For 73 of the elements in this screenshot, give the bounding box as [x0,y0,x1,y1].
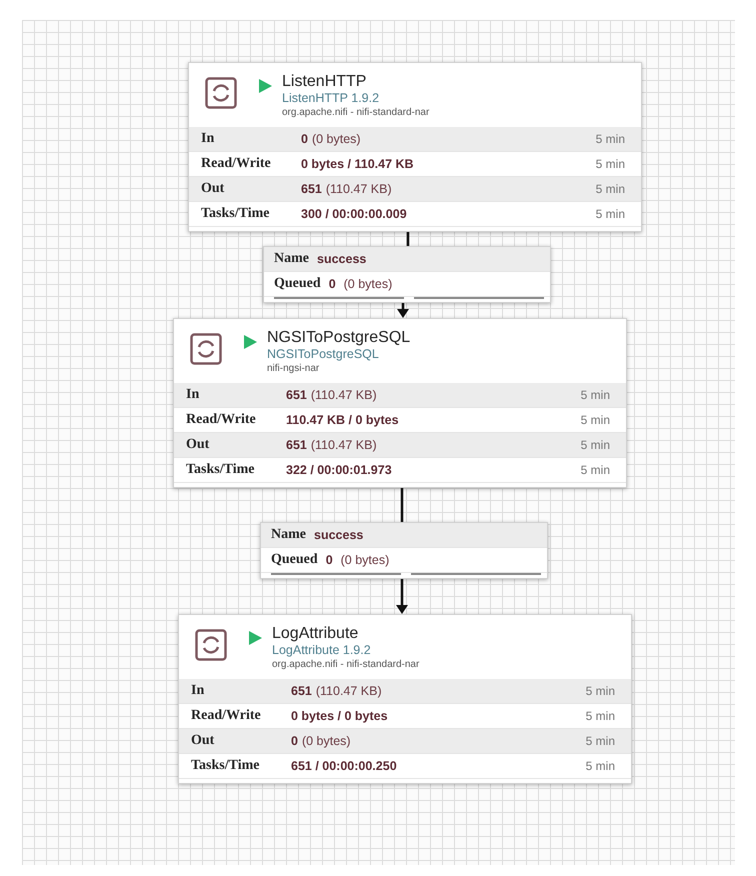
queued-count: 0 [326,553,333,567]
processor-bundle: org.apache.nifi - nifi-standard-nar [272,658,420,671]
processor-type: ListenHTTP 1.9.2 [282,91,380,106]
stat-window: 5 min [586,684,615,698]
stat-label: Out [191,733,216,749]
processor-type: NGSIToPostgreSQL [267,347,380,362]
processor-name: LogAttribute [272,625,360,643]
stat-label: In [201,131,216,147]
stat-value: 0 [291,734,298,748]
queued-size: (0 bytes) [340,553,390,567]
stat-label: Tasks/Time [201,206,270,222]
stat-value: 651 [286,438,307,452]
stat-label: In [186,387,200,403]
stat-detail: (0 bytes) [312,132,361,146]
processor-icon [190,333,222,365]
stat-detail: (110.47 KB) [310,438,377,452]
processor-card[interactable]: LogAttribute LogAttribute 1.9.2 org.apache.nifi - nifi-standard-nar In 651 (110.47 KB) 5 min Read/Write 0 bytes / 0 bytes 5 min Out 0 (0 bytes) 5 min Tasks/Time 651 / 00:00:00.250 5 min [178,614,632,784]
processor-type: LogAttribute 1.9.2 [272,643,372,658]
queued-label: Queued [274,276,321,292]
stat-label: Read/Write [186,412,257,428]
stat-value: 0 bytes / 0 bytes [291,709,388,723]
stat-detail: (110.47 KB) [326,182,392,196]
stat-detail: (0 bytes) [302,734,351,748]
stat-window: 5 min [586,734,615,748]
queued-count: 0 [328,277,336,291]
stat-label: Read/Write [201,156,272,172]
processor-card[interactable]: ListenHTTP ListenHTTP 1.9.2 org.apache.nifi - nifi-standard-nar In 0 (0 bytes) 5 min Read/Write 0 bytes / 110.47 KB 5 min Out 651 (110.47 KB) 5 min Tasks/Time 300 / 00:00:00.009 5 min [188,62,642,232]
connection-label[interactable]: Name success Queued 0 (0 bytes) [263,246,551,303]
queued-label: Queued [271,552,318,568]
stat-window: 5 min [586,709,615,723]
connection-label[interactable]: Name success Queued 0 (0 bytes) [260,522,548,579]
stat-label: Out [186,437,210,453]
stat-label: Tasks/Time [191,758,260,774]
stat-label: Read/Write [191,708,262,724]
processor-bundle: nifi-ngsi-nar [267,362,320,375]
stat-value: 110.47 KB / 0 bytes [286,413,399,427]
connection-name-label: Name [274,251,309,267]
connection-name: success [314,528,364,542]
stat-window: 5 min [596,157,625,171]
processor-card[interactable]: NGSIToPostgreSQL NGSIToPostgreSQL nifi-ngsi-nar In 651 (110.47 KB) 5 min Read/Write 110.47 KB / 0 bytes 5 min Out 651 (110.47 KB) 5 min Tasks/Time 322 / 00:00:01.973 5 min [173,318,627,488]
stat-detail: (110.47 KB) [310,388,377,402]
connection-line [406,230,410,246]
stat-value: 651 [286,388,307,402]
stat-window: 5 min [586,759,615,773]
stat-window: 5 min [580,463,610,477]
connection-name: success [317,252,366,266]
processor-name: NGSIToPostgreSQL [267,329,410,347]
stat-label: In [191,683,206,699]
stat-window: 5 min [580,388,610,402]
stat-value: 651 [301,182,322,196]
stat-value: 0 bytes / 110.47 KB [301,157,414,171]
stat-value: 322 / 00:00:01.973 [286,463,392,477]
processor-bundle: org.apache.nifi - nifi-standard-nar [282,106,430,119]
stat-window: 5 min [580,413,610,427]
queued-size: (0 bytes) [344,277,392,291]
connection-arrow [396,577,408,614]
stat-window: 5 min [596,132,625,146]
stat-label: Out [201,181,226,197]
processor-icon [195,629,227,661]
stat-window: 5 min [580,438,610,452]
connection-line [400,486,404,522]
connection-arrow [397,300,409,318]
stat-value: 651 [291,684,312,698]
processor-name: ListenHTTP [282,73,368,91]
stat-label: Tasks/Time [186,462,256,478]
stat-window: 5 min [596,207,625,221]
stat-window: 5 min [596,182,625,196]
processor-icon [205,77,237,109]
connection-name-label: Name [271,527,306,543]
stat-value: 300 / 00:00:00.009 [301,207,407,221]
stat-detail: (110.47 KB) [316,684,382,698]
stat-value: 651 / 00:00:00.250 [291,759,397,773]
stat-value: 0 [301,132,308,146]
